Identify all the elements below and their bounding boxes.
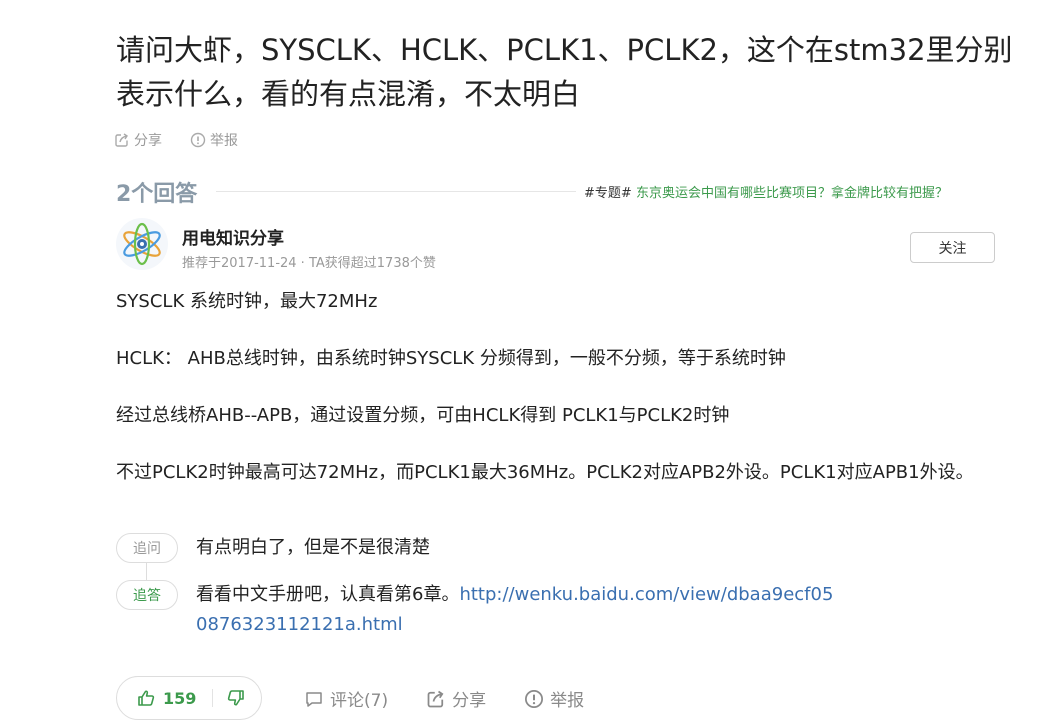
answer-actions: 评论(7) 分享 举报 (304, 686, 584, 711)
question-share-label: 分享 (134, 133, 162, 149)
followup-ask-tag: 追问 (116, 533, 178, 563)
answer-paragraph: 不过PCLK2时钟最高可达72MHz，而PCLK1最大36MHz。PCLK2对应… (116, 462, 974, 483)
comment-button[interactable]: 评论(7) (304, 686, 388, 711)
answer-share-button[interactable]: 分享 (426, 686, 486, 711)
topic-prefix: #专题# (584, 186, 632, 201)
question-report-label: 举报 (210, 133, 238, 149)
author-meta: 推荐于2017-11-24 · TA获得超过1738个赞 (182, 256, 436, 271)
comment-label: 评论(7) (330, 691, 389, 711)
followup-reply-tag: 追答 (116, 580, 178, 610)
like-count: 159 (163, 688, 197, 708)
topic-banner: #专题# 东京奥运会中国有哪些比赛项目？拿金牌比较有把握？ (584, 182, 948, 201)
thumbs-up-icon[interactable] (137, 689, 155, 707)
followup-ask-text: 有点明白了，但是不是很清楚 (196, 537, 430, 558)
question-report-button[interactable]: 举报 (190, 130, 238, 150)
question-actions: 分享 举报 (114, 130, 238, 150)
report-icon (190, 132, 206, 148)
answer-paragraph: SYSCLK 系统时钟，最大72MHz (116, 291, 378, 312)
answer-paragraph: HCLK： AHB总线时钟，由系统时钟SYSCLK 分频得到，一般不分频，等于系… (116, 348, 786, 369)
follow-button[interactable]: 关注 (910, 232, 995, 263)
author-name[interactable]: 用电知识分享 (182, 224, 284, 249)
followup-reply: 看看中文手册吧，认真看第6章。http://wenku.baidu.com/vi… (196, 580, 996, 640)
share-icon (426, 689, 446, 709)
vote-box: 159 (116, 676, 262, 720)
report-icon (524, 689, 544, 709)
header-divider (216, 191, 576, 192)
followup-reply-text: 看看中文手册吧，认真看第6章。 (196, 584, 460, 605)
followup-reply-link[interactable]: http://wenku.baidu.com/view/dbaa9ecf05 (459, 584, 833, 605)
followup-reply-link-cont[interactable]: 0876323112121a.html (196, 614, 403, 635)
vote-divider (212, 689, 214, 707)
share-icon (114, 132, 130, 148)
answers-count: 2个回答 (116, 182, 198, 207)
comment-icon (304, 689, 324, 709)
question-share-button[interactable]: 分享 (114, 130, 162, 150)
answer-paragraph: 经过总线桥AHB--APB，通过设置分频，可由HCLK得到 PCLK1与PCLK… (116, 405, 730, 426)
question-title: 请问大虾，SYSCLK、HCLK、PCLK1、PCLK2，这个在stm32里分别… (116, 33, 1013, 111)
avatar[interactable] (116, 218, 168, 270)
thumbs-down-icon[interactable] (227, 689, 245, 707)
answer-report-label: 举报 (550, 691, 585, 711)
avatar-atom-icon (116, 222, 168, 270)
followup-connector (146, 563, 147, 580)
answer-share-label: 分享 (452, 691, 487, 711)
answer-report-button[interactable]: 举报 (524, 686, 584, 711)
topic-link[interactable]: 东京奥运会中国有哪些比赛项目？拿金牌比较有把握？ (636, 186, 948, 201)
